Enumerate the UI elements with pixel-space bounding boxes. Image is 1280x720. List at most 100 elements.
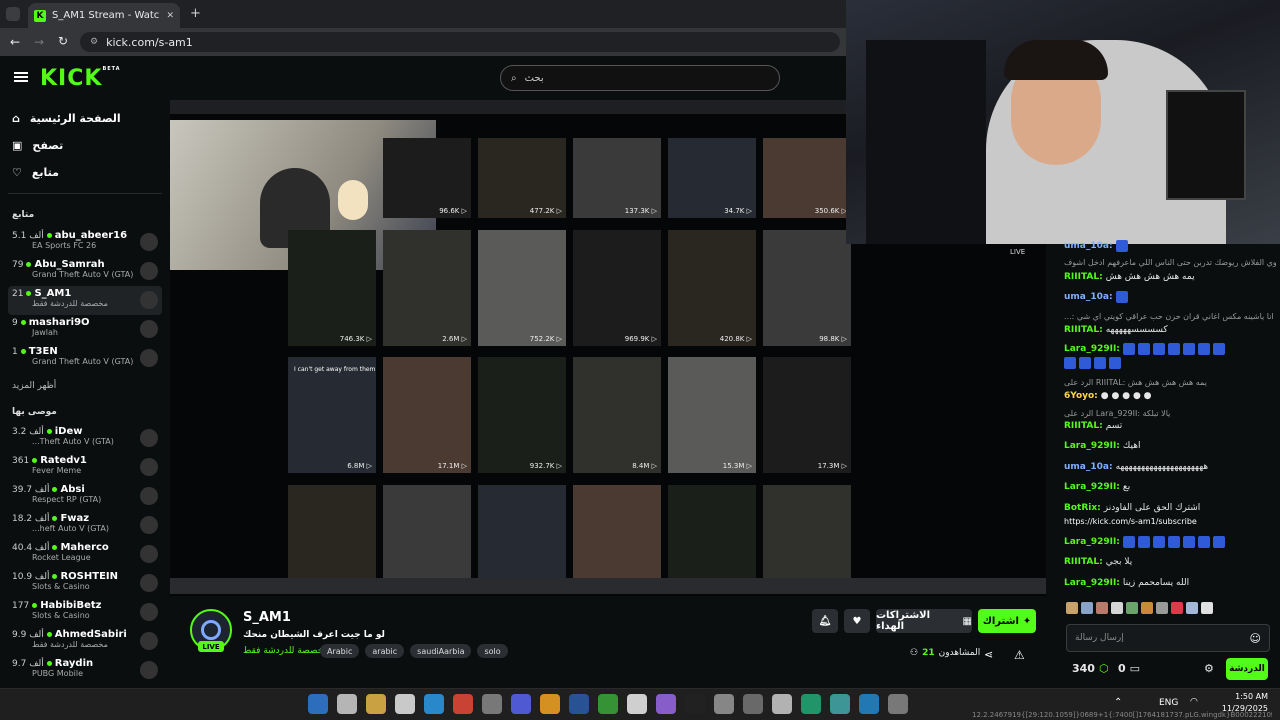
taskbar-app-icon[interactable] <box>540 694 560 714</box>
tag[interactable]: saudiAarbia <box>410 644 472 658</box>
taskbar-app-icon[interactable] <box>743 694 763 714</box>
channel-item[interactable]: 9.9 ألف AhmedSabiri مخصصة للدردشة فقط <box>8 627 162 656</box>
taskbar-app-icon[interactable] <box>337 694 357 714</box>
taskbar-app-icon[interactable] <box>888 694 908 714</box>
chat-username[interactable]: Lara_929II: <box>1064 343 1120 355</box>
language-indicator[interactable]: ENG <box>1159 698 1178 708</box>
emote-icon[interactable] <box>1201 602 1213 614</box>
chat-input[interactable]: إرسال رسالة ☺ <box>1066 624 1270 652</box>
url-field[interactable]: ⚙ kick.com/s-am1 <box>80 32 840 52</box>
chat-username[interactable]: Lara_929II: <box>1064 536 1120 548</box>
channel-item[interactable]: 79 Abu_Samrah Grand Theft Auto V (GTA) <box>8 257 162 286</box>
taskbar-app-icon[interactable] <box>656 694 676 714</box>
taskbar-app-icon[interactable] <box>395 694 415 714</box>
emote-icon[interactable] <box>1156 602 1168 614</box>
tag[interactable]: Arabic <box>320 644 360 658</box>
emote-icon[interactable] <box>1096 602 1108 614</box>
browser-tab[interactable]: K S_AM1 Stream - Watch Live on ✕ <box>28 3 180 28</box>
show-more-link[interactable]: أظهر المزيد <box>12 381 56 391</box>
chat-username[interactable]: RIIITAL: <box>1064 271 1103 283</box>
balance[interactable]: 0 ▭ <box>1118 662 1140 675</box>
new-tab-button[interactable]: + <box>190 6 201 21</box>
chat-username[interactable]: Lara_929II: <box>1064 440 1120 452</box>
channel-item[interactable]: 21 S_AM1 مخصصة للدردشة فقط <box>8 286 162 315</box>
channel-item[interactable]: 9.7 ألف Raydin PUBG Mobile <box>8 656 162 685</box>
nav-home[interactable]: ⌂ الصفحة الرئيسية <box>12 112 121 125</box>
taskbar-app-icon[interactable] <box>569 694 589 714</box>
channel-item[interactable]: 5.1 ألف abu_abeer16 EA Sports FC 26 <box>8 228 162 257</box>
chat-username[interactable]: RIIITAL: <box>1064 420 1103 432</box>
chat-username[interactable]: 6Yoyo: <box>1064 390 1098 402</box>
emoji-icon[interactable]: ☺ <box>1250 632 1261 645</box>
thumbnail-view-count: 15.3M ▷ <box>722 462 752 470</box>
taskbar-app-icon[interactable] <box>511 694 531 714</box>
taskbar-app-icon[interactable] <box>627 694 647 714</box>
taskbar-app-icon[interactable] <box>801 694 821 714</box>
nav-browse[interactable]: ▣ تصفح <box>12 139 63 152</box>
tab-list-button[interactable] <box>6 7 20 21</box>
emote-icon[interactable] <box>1171 602 1183 614</box>
channel-item[interactable]: 1 T3EN Grand Theft Auto V (GTA) <box>8 344 162 373</box>
report-icon[interactable]: ⚠ <box>1014 648 1025 662</box>
chat-username[interactable]: uma_10a: <box>1064 291 1113 303</box>
emote-icon[interactable] <box>1141 602 1153 614</box>
emote-icon[interactable] <box>1111 602 1123 614</box>
forward-icon[interactable]: → <box>34 35 44 49</box>
tray-chevron-icon[interactable]: ⌃ <box>1114 697 1122 708</box>
search-input[interactable]: ⌕ بحث <box>500 65 780 91</box>
channel-item[interactable]: 18.2 ألف Fwaz ...heft Auto V (GTA) <box>8 511 162 540</box>
taskbar-app-icon[interactable] <box>453 694 473 714</box>
channel-item[interactable]: 39.7 ألف Absi Respect RP (GTA) <box>8 482 162 511</box>
chat-settings-icon[interactable]: ⚙ <box>1204 662 1214 675</box>
channel-item[interactable]: 10.9 ألف ROSHTEIN Slots & Casino <box>8 569 162 598</box>
streamer-name[interactable]: S_AM1 <box>243 610 291 625</box>
chat-username[interactable]: uma_10a: <box>1064 461 1113 473</box>
sparkle-icon: ✦ <box>1022 615 1032 627</box>
wifi-icon[interactable]: ◠ <box>1190 697 1198 707</box>
tag[interactable]: solo <box>477 644 508 658</box>
channel-points[interactable]: 340 ⬡ <box>1072 662 1109 675</box>
taskbar-app-icon[interactable] <box>685 694 705 714</box>
menu-icon[interactable] <box>14 72 28 82</box>
reload-icon[interactable]: ↻ <box>58 34 68 48</box>
kick-logo[interactable]: KICKBETA <box>40 66 121 91</box>
taskbar-app-icon[interactable] <box>714 694 734 714</box>
channel-item[interactable]: 9 mashari9O Jawlah <box>8 315 162 344</box>
clock-time[interactable]: 1:50 AM <box>1224 692 1268 701</box>
nav-following[interactable]: ♡ متابع <box>12 166 59 179</box>
share-icon[interactable]: ⋖ <box>984 648 993 661</box>
chat-username[interactable]: uma_10a: <box>1064 240 1113 252</box>
site-info-icon[interactable]: ⚙ <box>90 37 98 47</box>
taskbar-app-icon[interactable] <box>830 694 850 714</box>
emote-icon[interactable] <box>1186 602 1198 614</box>
stream-category[interactable]: مخصصة للدردشة فقط <box>243 646 328 656</box>
emote-icon[interactable] <box>1126 602 1138 614</box>
taskbar-app-icon[interactable] <box>366 694 386 714</box>
tab-title: S_AM1 Stream - Watch Live on <box>52 10 160 21</box>
taskbar-app-icon[interactable] <box>482 694 502 714</box>
chat-username[interactable]: Lara_929II: <box>1064 577 1120 589</box>
emote-icon[interactable] <box>1081 602 1093 614</box>
notification-bell-button[interactable]: 🔔︎ <box>812 609 838 633</box>
taskbar-app-icon[interactable] <box>424 694 444 714</box>
chat-username[interactable]: BotRix: <box>1064 502 1101 514</box>
channel-item[interactable]: 3.2 ألف iDew ...Theft Auto V (GTA) <box>8 424 162 453</box>
chat-username[interactable]: RIIITAL: <box>1064 556 1103 568</box>
tag[interactable]: arabic <box>365 644 405 658</box>
taskbar-app-icon[interactable] <box>772 694 792 714</box>
gift-subs-button[interactable]: الاشتراكات الهداء ▦ <box>876 609 972 633</box>
channel-item[interactable]: 361 Ratedv1 Fever Meme <box>8 453 162 482</box>
taskbar-app-icon[interactable] <box>598 694 618 714</box>
send-chat-button[interactable]: الدردشة <box>1226 658 1268 680</box>
back-icon[interactable]: ← <box>10 35 20 49</box>
chat-username[interactable]: RIIITAL: <box>1064 324 1103 336</box>
follow-heart-button[interactable]: ♥ <box>844 609 870 633</box>
channel-item[interactable]: 40.4 ألف Maherco Rocket League <box>8 540 162 569</box>
taskbar-app-icon[interactable] <box>859 694 879 714</box>
chat-username[interactable]: Lara_929II: <box>1064 481 1120 493</box>
emote-icon[interactable] <box>1066 602 1078 614</box>
subscribe-button[interactable]: اشتراك ✦ <box>978 609 1036 633</box>
taskbar-app-icon[interactable] <box>308 694 328 714</box>
tab-close-icon[interactable]: ✕ <box>166 11 174 21</box>
channel-item[interactable]: 177 HabibiBetz Slots & Casino <box>8 598 162 627</box>
